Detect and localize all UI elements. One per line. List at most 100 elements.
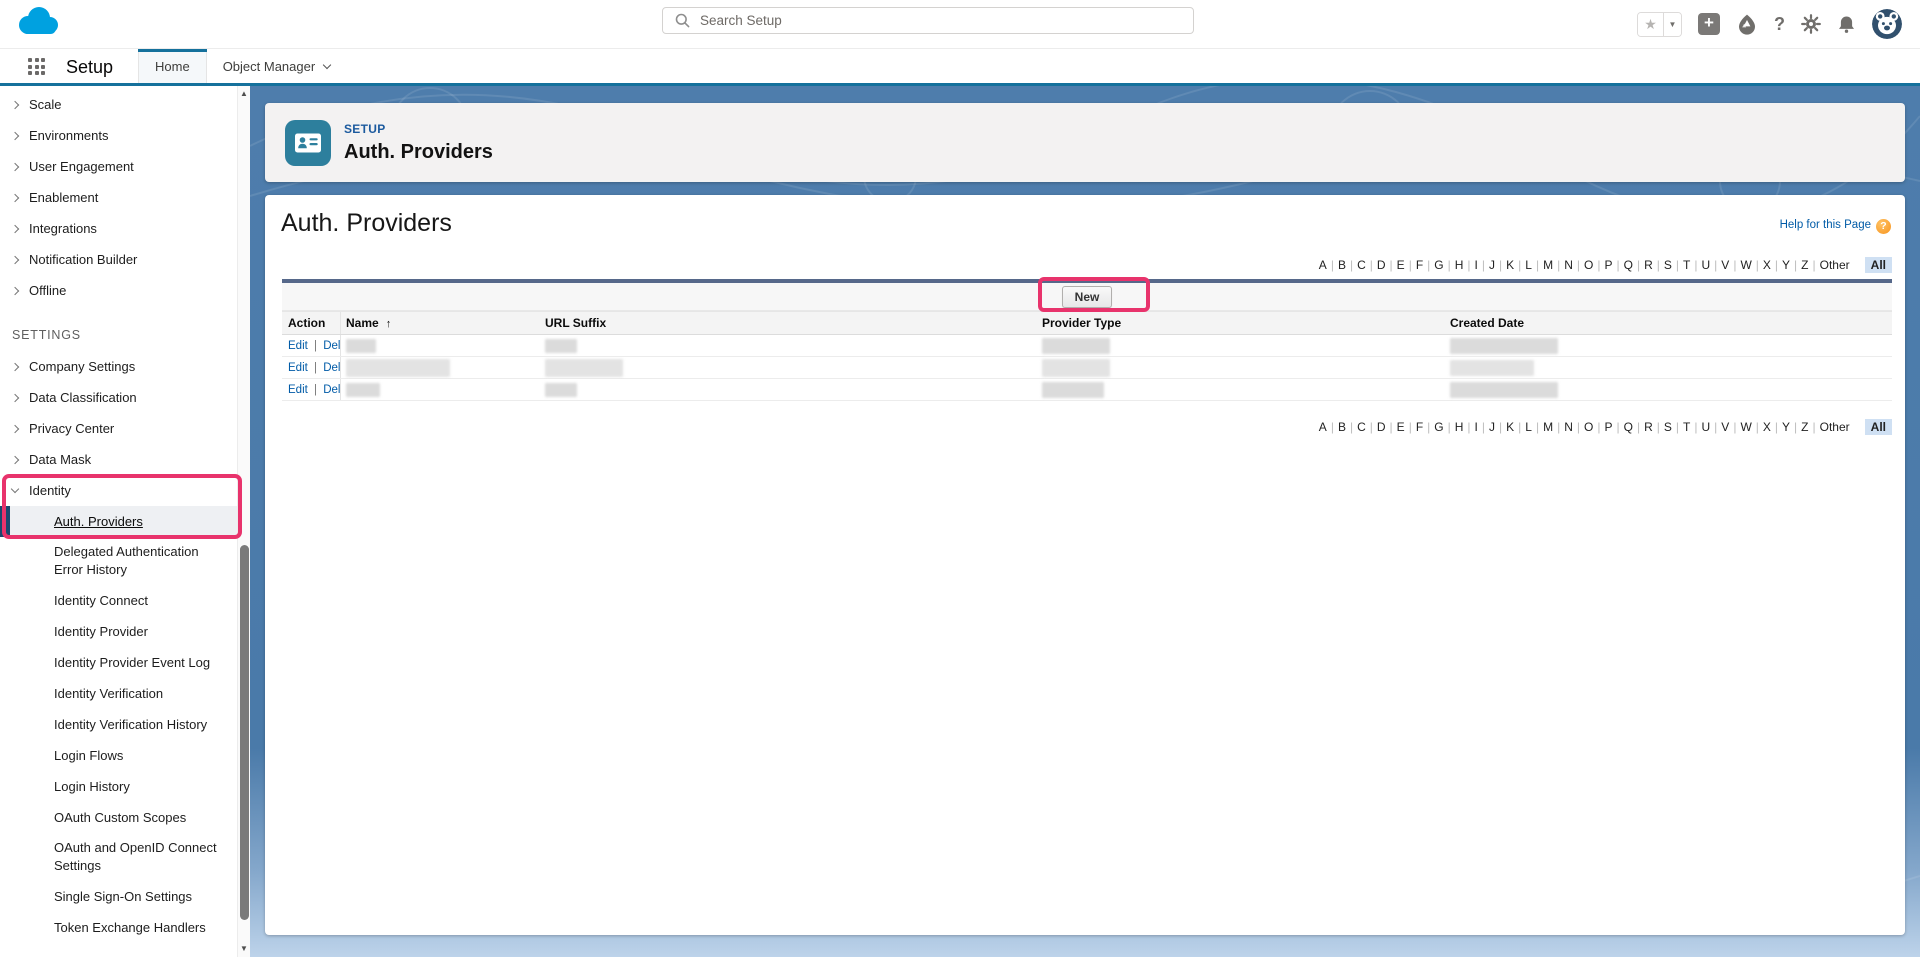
sidebar-item-oauth-and-openid-connect-settings[interactable]: OAuth and OpenID Connect Settings: [0, 833, 237, 881]
scrollbar-thumb[interactable]: [240, 545, 249, 920]
sidebar-scrollbar[interactable]: ▲ ▼: [237, 86, 250, 957]
alpha-filter-x[interactable]: X: [1759, 419, 1775, 435]
sidebar-item-privacy-center[interactable]: Privacy Center: [0, 413, 237, 444]
alpha-filter-n[interactable]: N: [1560, 419, 1577, 435]
alpha-filter-q[interactable]: Q: [1620, 419, 1637, 435]
alpha-filter-b[interactable]: B: [1334, 257, 1350, 273]
alpha-filter-t[interactable]: T: [1679, 257, 1694, 273]
alpha-filter-c[interactable]: C: [1353, 419, 1370, 435]
alpha-filter-other[interactable]: Other: [1816, 257, 1854, 273]
alpha-filter-r[interactable]: R: [1640, 419, 1657, 435]
edit-link[interactable]: Edit: [288, 340, 308, 352]
alpha-filter-l[interactable]: L: [1521, 257, 1536, 273]
column-header-action[interactable]: Action: [288, 316, 325, 330]
alpha-filter-x[interactable]: X: [1759, 257, 1775, 273]
sidebar-item-identity[interactable]: Identity: [0, 475, 237, 506]
sidebar-item-offline[interactable]: Offline: [0, 275, 237, 306]
column-header-created-date[interactable]: Created Date: [1450, 316, 1524, 330]
help-icon[interactable]: ?: [1774, 14, 1785, 35]
alpha-filter-e[interactable]: E: [1393, 257, 1409, 273]
alpha-filter-j[interactable]: J: [1485, 257, 1499, 273]
alpha-filter-e[interactable]: E: [1393, 419, 1409, 435]
alpha-filter-g[interactable]: G: [1430, 257, 1447, 273]
alpha-filter-i[interactable]: I: [1471, 419, 1482, 435]
guidance-center-icon[interactable]: [1736, 13, 1758, 35]
alpha-filter-g[interactable]: G: [1430, 419, 1447, 435]
alpha-filter-v[interactable]: V: [1717, 419, 1733, 435]
alpha-filter-k[interactable]: K: [1502, 419, 1518, 435]
setup-gear-icon[interactable]: [1801, 14, 1821, 34]
alpha-filter-q[interactable]: Q: [1620, 257, 1637, 273]
alpha-filter-w[interactable]: W: [1736, 419, 1755, 435]
alpha-filter-h[interactable]: H: [1451, 257, 1468, 273]
alpha-filter-t[interactable]: T: [1679, 419, 1694, 435]
sidebar-item-scale[interactable]: Scale: [0, 89, 237, 120]
alpha-filter-a[interactable]: A: [1315, 419, 1331, 435]
alpha-filter-other[interactable]: Other: [1816, 419, 1854, 435]
alpha-filter-all[interactable]: All: [1865, 419, 1892, 435]
sidebar-item-user-engagement[interactable]: User Engagement: [0, 151, 237, 182]
scroll-up-icon[interactable]: ▲: [238, 89, 250, 98]
sidebar-item-data-mask[interactable]: Data Mask: [0, 444, 237, 475]
help-for-this-page-link[interactable]: Help for this Page ?: [1780, 219, 1891, 238]
sidebar-item-integrations[interactable]: Integrations: [0, 213, 237, 244]
alpha-filter-j[interactable]: J: [1485, 419, 1499, 435]
alpha-filter-d[interactable]: D: [1373, 257, 1390, 273]
alpha-filter-y[interactable]: Y: [1778, 257, 1794, 273]
sidebar-item-identity-verification-history[interactable]: Identity Verification History: [0, 709, 237, 740]
alpha-filter-a[interactable]: A: [1315, 257, 1331, 273]
edit-link[interactable]: Edit: [288, 362, 308, 374]
favorites-star-icon[interactable]: ★: [1638, 13, 1664, 36]
alpha-filter-s[interactable]: S: [1660, 257, 1676, 273]
sidebar-item-environments[interactable]: Environments: [0, 120, 237, 151]
alpha-filter-p[interactable]: P: [1600, 419, 1616, 435]
scroll-down-icon[interactable]: ▼: [238, 944, 250, 953]
sidebar-item-data-classification[interactable]: Data Classification: [0, 382, 237, 413]
sidebar-item-token-exchange-handlers[interactable]: Token Exchange Handlers: [0, 912, 237, 943]
sidebar-item-identity-verification[interactable]: Identity Verification: [0, 678, 237, 709]
alpha-filter-z[interactable]: Z: [1797, 419, 1812, 435]
del-link[interactable]: Del: [323, 340, 340, 352]
del-link[interactable]: Del: [323, 384, 340, 396]
alpha-filter-c[interactable]: C: [1353, 257, 1370, 273]
alpha-filter-i[interactable]: I: [1471, 257, 1482, 273]
alpha-filter-b[interactable]: B: [1334, 419, 1350, 435]
tab-home[interactable]: Home: [138, 49, 207, 83]
alpha-filter-k[interactable]: K: [1502, 257, 1518, 273]
alpha-filter-s[interactable]: S: [1660, 419, 1676, 435]
sidebar-item-delegated-authentication-error-history[interactable]: Delegated Authentication Error History: [0, 537, 237, 585]
alpha-filter-w[interactable]: W: [1736, 257, 1755, 273]
alpha-filter-u[interactable]: U: [1698, 257, 1715, 273]
alpha-filter-f[interactable]: F: [1412, 257, 1427, 273]
new-button[interactable]: New: [1062, 286, 1113, 308]
sidebar-item-login-flows[interactable]: Login Flows: [0, 740, 237, 771]
alpha-filter-l[interactable]: L: [1521, 419, 1536, 435]
alpha-filter-o[interactable]: O: [1580, 257, 1597, 273]
alpha-filter-f[interactable]: F: [1412, 419, 1427, 435]
alpha-filter-r[interactable]: R: [1640, 257, 1657, 273]
sidebar-item-single-sign-on-settings[interactable]: Single Sign-On Settings: [0, 881, 237, 912]
column-header-provider-type[interactable]: Provider Type: [1042, 316, 1121, 330]
alpha-filter-u[interactable]: U: [1698, 419, 1715, 435]
alpha-filter-h[interactable]: H: [1451, 419, 1468, 435]
column-header-name[interactable]: Name↑: [346, 316, 391, 330]
favorites-dropdown-icon[interactable]: ▼: [1664, 13, 1681, 36]
alpha-filter-n[interactable]: N: [1560, 257, 1577, 273]
sidebar-item-oauth-custom-scopes[interactable]: OAuth Custom Scopes: [0, 802, 237, 833]
column-header-url-suffix[interactable]: URL Suffix: [545, 316, 606, 330]
sidebar-item-identity-provider[interactable]: Identity Provider: [0, 616, 237, 647]
sidebar-item-company-settings[interactable]: Company Settings: [0, 351, 237, 382]
user-avatar[interactable]: [1872, 9, 1902, 39]
sidebar-item-notification-builder[interactable]: Notification Builder: [0, 244, 237, 275]
edit-link[interactable]: Edit: [288, 384, 308, 396]
alpha-filter-o[interactable]: O: [1580, 419, 1597, 435]
del-link[interactable]: Del: [323, 362, 340, 374]
search-input[interactable]: [700, 13, 1120, 28]
quick-add-icon[interactable]: +: [1698, 13, 1720, 35]
notifications-bell-icon[interactable]: [1837, 15, 1856, 34]
alpha-filter-m[interactable]: M: [1539, 419, 1557, 435]
sidebar-item-login-history[interactable]: Login History: [0, 771, 237, 802]
alpha-filter-z[interactable]: Z: [1797, 257, 1812, 273]
alpha-filter-v[interactable]: V: [1717, 257, 1733, 273]
alpha-filter-y[interactable]: Y: [1778, 419, 1794, 435]
